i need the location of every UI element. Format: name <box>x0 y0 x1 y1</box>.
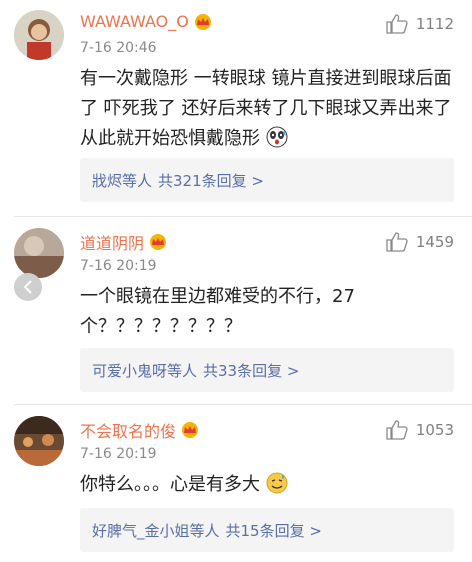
comment-text: 你特么。。。心是有多大 <box>80 470 458 504</box>
thumbs-up-icon <box>386 14 408 34</box>
comment-time: 7-16 20:19 <box>80 446 157 462</box>
comment-text-content: 你特么。。。心是有多大 <box>80 474 260 495</box>
username[interactable]: 道道阴阴 <box>80 230 168 254</box>
like-button[interactable]: 1459 <box>386 232 454 252</box>
reply-users: 可爱小鬼呀等人 <box>92 361 198 380</box>
divider <box>14 404 472 405</box>
thumbs-up-icon <box>386 232 408 252</box>
avatar[interactable] <box>14 416 64 466</box>
username-text: 道道阴阴 <box>80 234 145 253</box>
username[interactable]: WAWAWAO_O <box>80 12 213 31</box>
thumbs-up-icon <box>386 420 408 440</box>
reply-count-link[interactable]: 共15条回复 > <box>226 520 322 541</box>
username[interactable]: 不会取名的俊 <box>80 418 200 442</box>
like-count: 1053 <box>415 421 454 439</box>
comment-time: 7-16 20:46 <box>80 40 157 56</box>
like-count: 1112 <box>415 15 454 33</box>
avatar[interactable] <box>14 228 64 278</box>
vip-crown-icon <box>193 13 213 31</box>
vip-crown-icon <box>148 233 168 251</box>
username-text: 不会取名的俊 <box>80 422 177 441</box>
like-button[interactable]: 1053 <box>386 420 454 440</box>
comment-text: 有一次戴隐形 一转眼球 镜片直接进到眼球后面了 吓死我了 还好后来转了几下眼球又… <box>80 64 458 158</box>
sweat-smile-emoji <box>266 472 288 504</box>
like-button[interactable]: 1112 <box>386 14 454 34</box>
reply-users: 好脾气_金小姐等人 <box>92 521 220 540</box>
comment-text: 一个眼镜在里边都难受的不行，27个？？？？？？？？ <box>80 286 355 337</box>
divider <box>14 216 472 217</box>
reply-count-link[interactable]: 共321条回复 > <box>158 170 264 191</box>
vip-crown-icon <box>180 421 200 439</box>
username-text: WAWAWAO_O <box>80 12 189 31</box>
reply-users: 戕烬等人 <box>92 171 153 190</box>
avatar[interactable] <box>14 10 64 60</box>
reply-count-link[interactable]: 共33条回复 > <box>203 360 299 381</box>
reply-summary[interactable]: 可爱小鬼呀等人 共33条回复 > <box>80 348 454 392</box>
panda-shock-emoji <box>266 126 288 158</box>
comment-time: 7-16 20:19 <box>80 258 157 274</box>
chevron-left-icon[interactable] <box>14 273 42 301</box>
reply-summary[interactable]: 戕烬等人 共321条回复 > <box>80 158 454 202</box>
reply-summary[interactable]: 好脾气_金小姐等人 共15条回复 > <box>80 508 454 552</box>
like-count: 1459 <box>415 233 454 251</box>
